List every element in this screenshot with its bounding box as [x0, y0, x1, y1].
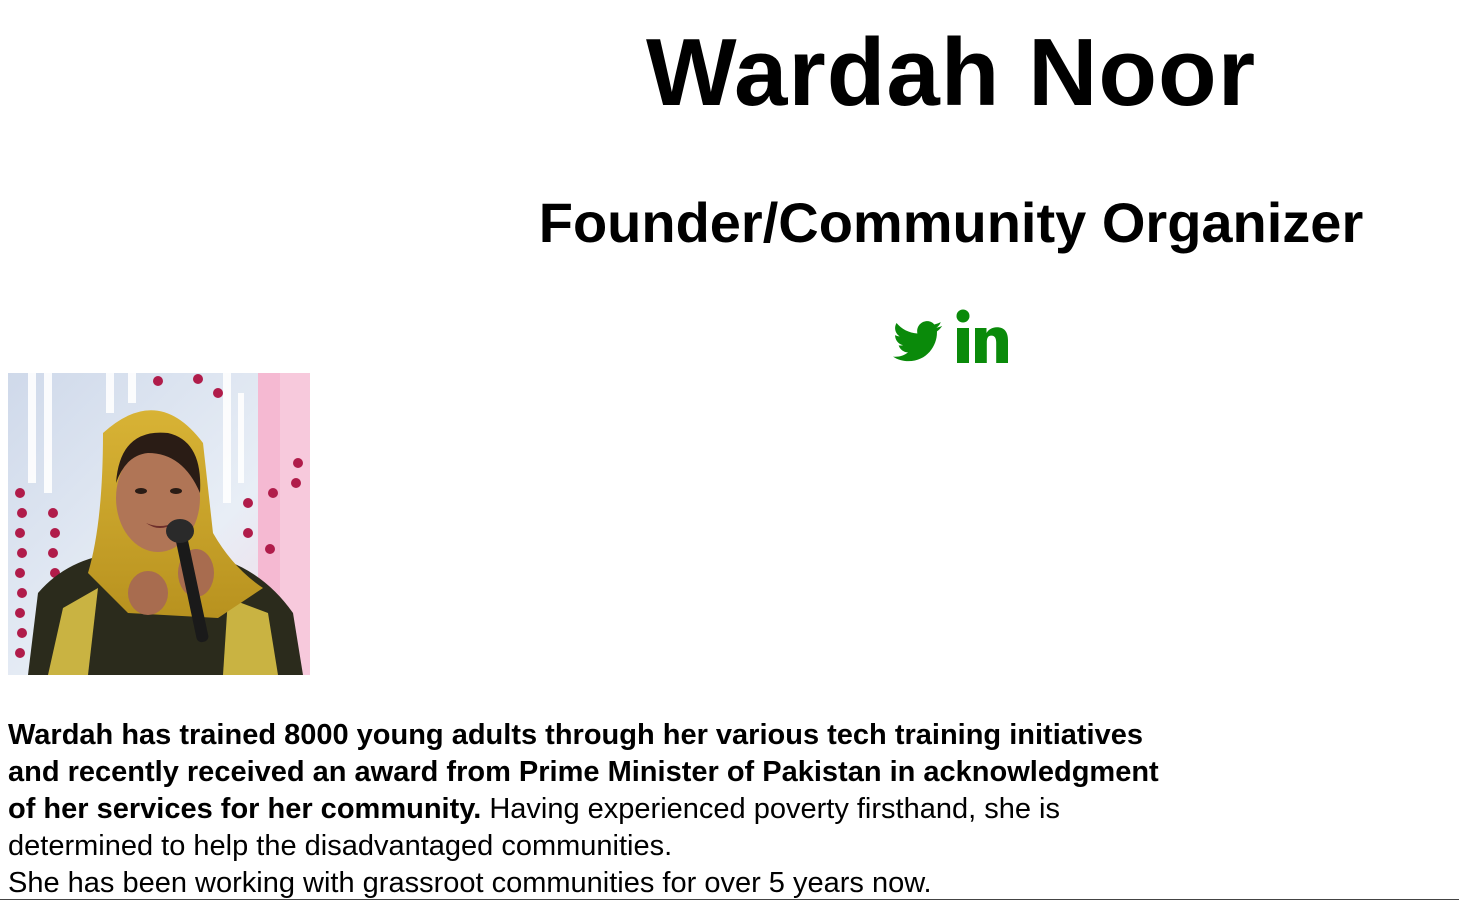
- twitter-link[interactable]: [893, 320, 943, 369]
- twitter-icon: [893, 321, 943, 362]
- linkedin-icon: [956, 309, 1008, 363]
- profile-page: Wardah Noor Founder/Community Organizer: [0, 0, 1459, 902]
- divider: [0, 899, 1459, 900]
- profile-role: Founder/Community Organizer: [538, 191, 1364, 254]
- linkedin-link[interactable]: [955, 308, 1009, 369]
- bio-text-continued: She has been working with grassroot comm…: [8, 867, 932, 899]
- social-links: [893, 308, 1009, 369]
- profile-photo: [8, 373, 310, 675]
- bio-paragraph: Wardah has trained 8000 young adults thr…: [8, 717, 1178, 902]
- profile-name: Wardah Noor: [645, 19, 1257, 126]
